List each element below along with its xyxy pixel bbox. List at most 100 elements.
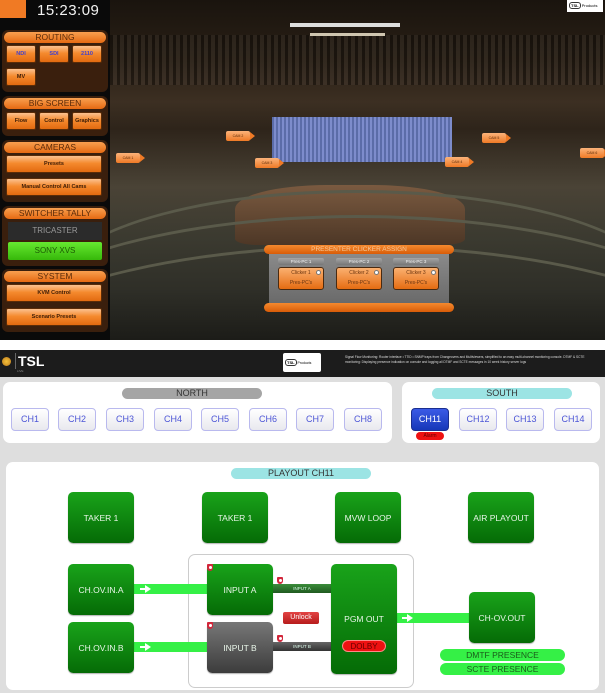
route-b-line: INPUT B [273,642,331,651]
brand-logo: TSL [15,353,44,369]
camera-3-button[interactable]: CAM 3 [255,158,284,168]
flow-button[interactable]: Flow [6,112,36,130]
switcher-tally-title: SWITCHER TALLY [4,208,106,219]
dolby-badge: DOLBY [342,640,386,652]
routing-2110-button[interactable]: 2110 [72,45,102,63]
radio-icon [316,270,321,275]
kvm-control-button[interactable]: KVM Control [6,284,102,302]
app-logo [0,0,26,18]
lock-icon [277,635,283,642]
channel-ch7-button[interactable]: CH7 [296,408,334,431]
presets-button[interactable]: Presets [6,155,102,173]
arrow-right-icon [407,614,413,622]
cameras-title: CAMERAS [4,142,106,153]
south-title: SOUTH [432,388,572,399]
venue-control-app: 15:23:09 ROUTING NDI SDI 2110 MV BIG SCR… [0,0,605,340]
tsl-products-badge: TSL Products [567,0,603,12]
scte-presence-badge: SCTE PRESENCE [440,663,565,675]
lock-icon [277,577,283,584]
tsl-sun-icon [2,357,11,366]
tsl-logo: TSL [569,2,581,9]
venue-photo: CAM 1 CAM 2 CAM 3 CAM 4 CAM 5 CAM 6 TSL … [110,0,605,340]
header-description: Signal Flow Monitoring: Router interface… [345,355,585,364]
clicker-title: PRESENTER CLICKER ASSIGN [264,245,454,254]
brand-sub: LIVE [17,369,24,373]
presenter-clicker-panel: PRESENTER CLICKER ASSIGN Pres-PC 1 Click… [264,245,454,313]
playout-card: PLAYOUT CH11 TAKER 1 TAKER 1 MVW LOOP AI… [6,462,599,690]
air-playout-box[interactable]: AIR PLAYOUT [468,492,534,543]
wall-slats [110,35,605,85]
taker-1-box[interactable]: TAKER 1 [68,492,134,543]
routing-title: ROUTING [4,32,106,43]
channel-ch2-button[interactable]: CH2 [58,408,96,431]
control-button[interactable]: Control [39,112,69,130]
routing-sdi-button[interactable]: SDI [39,45,69,63]
routing-ndi-button[interactable]: NDI [6,45,36,63]
channel-ch1-button[interactable]: CH1 [11,408,49,431]
channel-ch5-button[interactable]: CH5 [201,408,239,431]
scenario-presets-button[interactable]: Scenario Presets [6,308,102,326]
output-box[interactable]: CH-OV.OUT [469,592,535,643]
input-a-box[interactable]: INPUT A [207,564,273,615]
channel-ch6-button[interactable]: CH6 [249,408,287,431]
pres-pc-2-label: Pres-PC 2 [336,258,382,265]
taker-1-box-2[interactable]: TAKER 1 [202,492,268,543]
routing-mv-button[interactable]: MV [6,68,36,86]
pres-pc-1-label: Pres-PC 1 [278,258,324,265]
system-group: SYSTEM KVM Control Scenario Presets [2,269,108,332]
unlock-button[interactable]: Unlock [283,612,319,624]
channel-ch14-button[interactable]: CH14 [554,408,592,431]
clicker-sub: Pres-PC's [347,280,371,286]
ceiling-light [290,23,400,27]
camera-2-button[interactable]: CAM 2 [226,131,255,141]
camera-4-button[interactable]: CAM 4 [445,157,474,167]
clicker-sub: Pres-PC's [289,280,313,286]
north-title: NORTH [122,388,262,399]
tally-tricaster[interactable]: TRICASTER [8,222,102,240]
pgm-out-label: PGM OUT [344,614,384,624]
signal-flow-app: TSL LIVE TSL Products Signal Flow Monito… [0,350,605,693]
camera-6-button[interactable]: CAM 6 [580,148,605,158]
clicker-3-button[interactable]: Clicker 3 Pres-PC's [393,267,439,290]
radio-icon [431,270,436,275]
pres-pc-3-label: Pres-PC 3 [393,258,439,265]
alarm-badge: Alarm [416,432,444,440]
app-header: TSL LIVE TSL Products Signal Flow Monito… [0,350,605,377]
mvw-loop-box[interactable]: MVW LOOP [335,492,401,543]
graphics-button[interactable]: Graphics [72,112,102,130]
south-card: SOUTH CH11 Alarm CH12 CH13 CH14 [402,382,600,443]
arrow-right-icon [145,585,151,593]
ceiling-light-2 [310,33,385,36]
tally-sony-xvs[interactable]: SONY XVS [8,242,102,260]
system-title: SYSTEM [4,271,106,282]
routing-group: ROUTING NDI SDI 2110 MV [2,30,108,92]
arrow-right-icon [145,643,151,651]
source-a-box[interactable]: CH.OV.IN.A [68,564,134,615]
channel-ch8-button[interactable]: CH8 [344,408,382,431]
channel-ch11-button[interactable]: CH11 [411,408,449,431]
stage-screen [272,117,452,162]
channel-ch13-button[interactable]: CH13 [506,408,544,431]
route-a-line: INPUT A [273,584,331,593]
switcher-tally-group: SWITCHER TALLY TRICASTER SONY XVS [2,206,108,266]
lock-icon [207,564,213,571]
channel-ch4-button[interactable]: CH4 [154,408,192,431]
pgm-out-box[interactable]: PGM OUT [331,564,397,674]
dtmf-presence-badge: DMTF PRESENCE [440,649,565,661]
clicker-1-button[interactable]: Clicker 1 Pres-PC's [278,267,324,290]
channel-ch12-button[interactable]: CH12 [459,408,497,431]
big-screen-title: BIG SCREEN [4,98,106,109]
tsl-products-badge: TSL Products [283,353,321,372]
clicker-2-button[interactable]: Clicker 2 Pres-PC's [336,267,382,290]
camera-1-button[interactable]: CAM 1 [116,153,145,163]
manual-control-all-cams-button[interactable]: Manual Control All Cams [6,178,102,196]
source-b-box[interactable]: CH.OV.IN.B [68,622,134,673]
big-screen-group: BIG SCREEN Flow Control Graphics [2,96,108,136]
lock-icon [207,622,213,629]
cameras-group: CAMERAS Presets Manual Control All Cams [2,140,108,202]
input-b-box[interactable]: INPUT B [207,622,273,673]
sidebar: 15:23:09 ROUTING NDI SDI 2110 MV BIG SCR… [0,0,110,340]
channel-ch3-button[interactable]: CH3 [106,408,144,431]
camera-5-button[interactable]: CAM 5 [482,133,511,143]
clicker-footer-bar [264,303,454,312]
